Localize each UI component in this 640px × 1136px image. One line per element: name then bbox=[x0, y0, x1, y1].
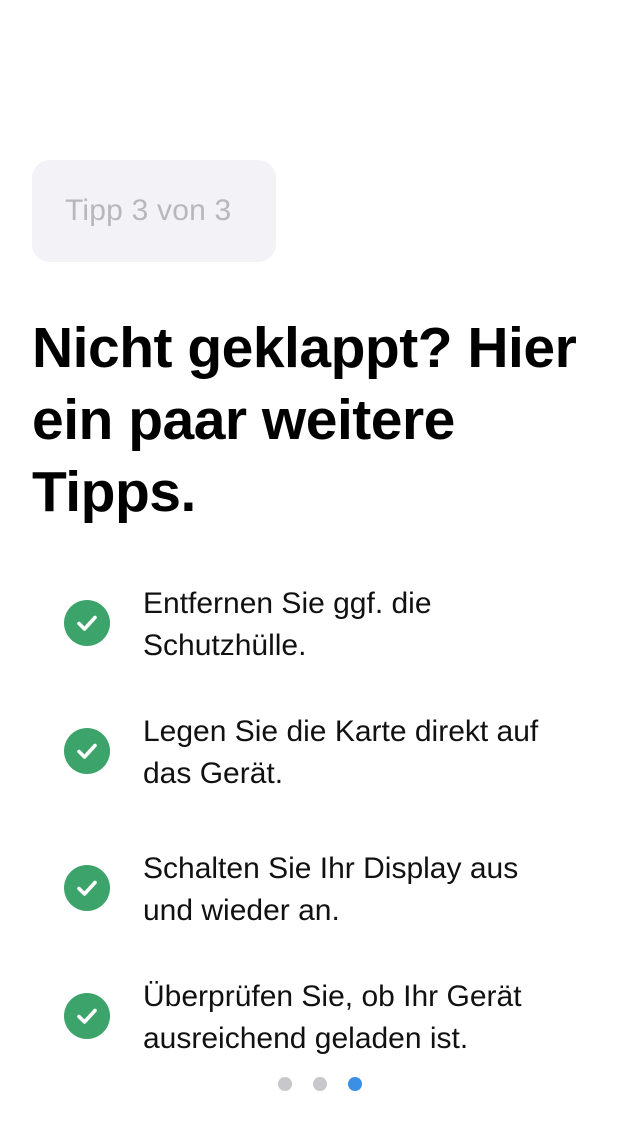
tips-screen: Tipp 3 von 3 Nicht geklappt? Hier ein pa… bbox=[0, 0, 640, 1136]
page-dot-3-active[interactable] bbox=[348, 1077, 362, 1091]
page-dot-2[interactable] bbox=[313, 1077, 327, 1091]
checkmark-circle-icon bbox=[64, 865, 110, 911]
checkmark-circle-icon bbox=[64, 993, 110, 1039]
tips-list: Entfernen Sie ggf. die Schutzhülle. Lege… bbox=[0, 0, 640, 1136]
tip-text: Entfernen Sie ggf. die Schutzhülle. bbox=[143, 587, 432, 662]
checkmark-circle-icon bbox=[64, 728, 110, 774]
page-dot-1[interactable] bbox=[278, 1077, 292, 1091]
tip-text: Schalten Sie Ihr Display aus und wieder … bbox=[143, 852, 519, 927]
tip-text: Überprüfen Sie, ob Ihr Gerät ausreichend… bbox=[143, 980, 522, 1055]
tip-text: Legen Sie die Karte direkt auf das Gerät… bbox=[143, 715, 539, 790]
page-indicator[interactable] bbox=[0, 1077, 640, 1093]
checkmark-circle-icon bbox=[64, 600, 110, 646]
